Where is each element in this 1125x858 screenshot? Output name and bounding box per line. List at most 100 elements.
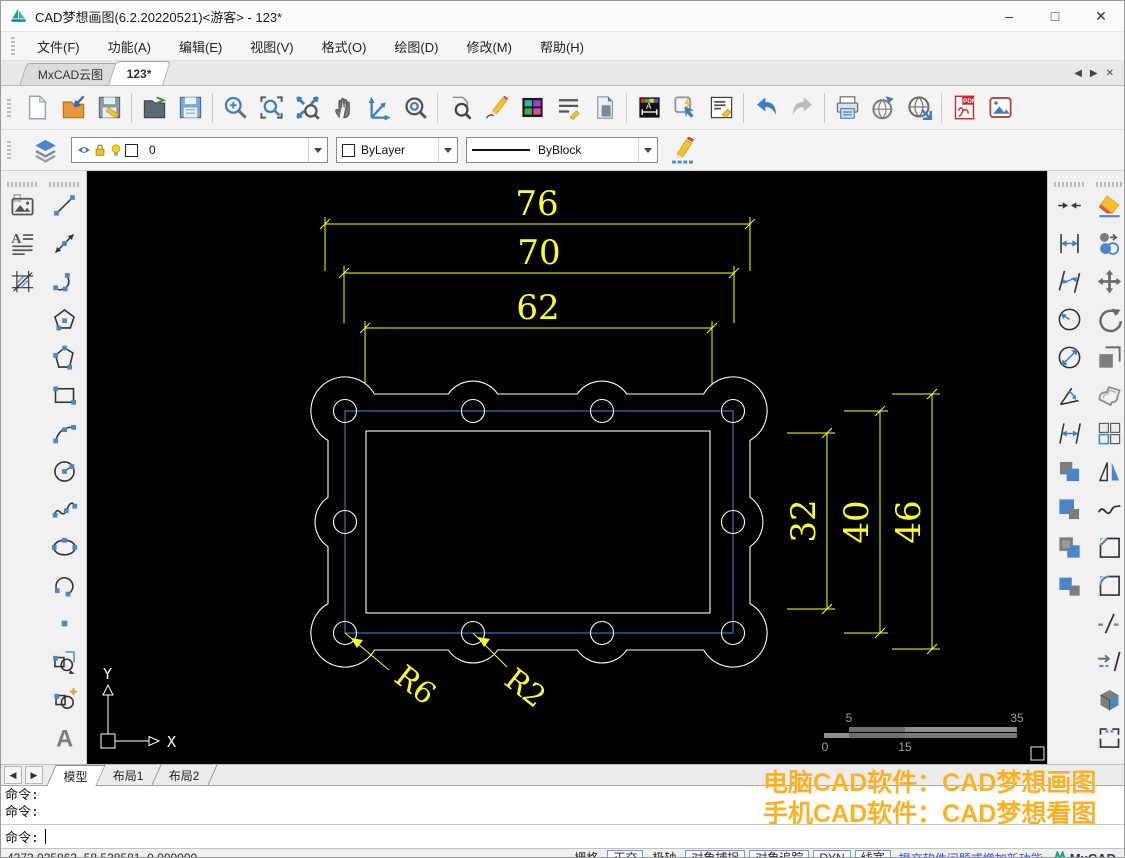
dimension-style-button[interactable]: A: [631, 90, 667, 126]
pan-button[interactable]: [325, 90, 361, 126]
ucs-axes-button[interactable]: [361, 90, 397, 126]
circle-button[interactable]: [47, 453, 83, 489]
status-toggle-grid[interactable]: 栅格: [569, 851, 603, 858]
point-button[interactable]: [47, 605, 83, 641]
undo-button[interactable]: [748, 90, 784, 126]
arc-button[interactable]: [47, 415, 83, 451]
feedback-link[interactable]: 提交软件问题或增加新功能: [899, 850, 1043, 858]
layer-manager-button[interactable]: [27, 132, 63, 168]
open-web-drawing-button[interactable]: [865, 90, 901, 126]
rotate-button[interactable]: [1091, 301, 1124, 337]
menu-item-6[interactable]: 修改(M): [452, 32, 526, 60]
save-as-button[interactable]: [172, 90, 208, 126]
tab-close-button[interactable]: ✕: [1106, 68, 1114, 79]
tab-scroll-left-button[interactable]: ◀: [1074, 68, 1082, 79]
canvas-corner-handle[interactable]: [1030, 746, 1045, 761]
status-toggle-polar[interactable]: 极轴: [647, 851, 681, 858]
line-button[interactable]: [47, 187, 83, 223]
quick-select-button[interactable]: [667, 90, 703, 126]
zoom-window-button[interactable]: [253, 90, 289, 126]
paste-block-button[interactable]: [1051, 567, 1087, 603]
new-file-button[interactable]: [19, 90, 55, 126]
layout-tab-2[interactable]: 布局2: [152, 765, 217, 785]
hatch-button[interactable]: [4, 263, 40, 299]
zoom-extents-button[interactable]: [289, 90, 325, 126]
array-button[interactable]: [1091, 415, 1124, 451]
revision-arc-button[interactable]: [47, 567, 83, 603]
dim-linear-button[interactable]: [1051, 225, 1087, 261]
tab-scroll-right-button[interactable]: ▶: [1090, 68, 1098, 79]
open-cloud-drawing-button[interactable]: [55, 90, 91, 126]
doc-tab-0[interactable]: MxCAD云图: [19, 63, 122, 85]
paste-clip-button[interactable]: [1051, 529, 1087, 565]
layout-scroll-left-button[interactable]: ◀: [4, 766, 22, 784]
zoom-object-button[interactable]: [397, 90, 433, 126]
menu-item-7[interactable]: 帮助(H): [526, 32, 598, 60]
spline-button[interactable]: [47, 491, 83, 527]
solid-box-button[interactable]: [1091, 681, 1124, 717]
layer-select[interactable]: 0: [71, 137, 328, 163]
minimize-button[interactable]: –: [986, 1, 1032, 31]
insert-image-button[interactable]: [4, 187, 40, 223]
close-button[interactable]: ✕: [1078, 1, 1124, 31]
trim-button[interactable]: [1091, 605, 1124, 641]
copy-with-base-button[interactable]: [1051, 491, 1087, 527]
break-button[interactable]: [1091, 719, 1124, 755]
print-button[interactable]: [829, 90, 865, 126]
polyline-button[interactable]: [47, 339, 83, 375]
mirror-button[interactable]: [1091, 453, 1124, 489]
menu-item-1[interactable]: 功能(A): [94, 32, 165, 60]
rectangle-button[interactable]: [47, 377, 83, 413]
menu-item-2[interactable]: 编辑(E): [165, 32, 236, 60]
maximize-button[interactable]: □: [1032, 1, 1078, 31]
layout-tab-1[interactable]: 布局1: [96, 765, 162, 785]
construction-line-button[interactable]: [47, 225, 83, 261]
block-define-button[interactable]: [47, 643, 83, 679]
dim-aligned-button[interactable]: [1051, 263, 1087, 299]
zoom-in-button[interactable]: [217, 90, 253, 126]
draw-properties-button[interactable]: [666, 132, 702, 168]
color-palette-button[interactable]: [514, 90, 550, 126]
status-toggle-dyn[interactable]: DYN: [813, 849, 851, 857]
doc-tab-1[interactable]: 123*: [108, 61, 171, 85]
polygon-button[interactable]: [47, 301, 83, 337]
linetype-select[interactable]: ByBlock: [466, 137, 658, 163]
status-toggle-ortho[interactable]: 正交: [607, 849, 644, 857]
menu-item-0[interactable]: 文件(F): [23, 32, 94, 60]
copy-button[interactable]: [1091, 225, 1124, 261]
extend-button[interactable]: [1091, 643, 1124, 679]
find-text-button[interactable]: [442, 90, 478, 126]
color-select[interactable]: ByLayer: [336, 137, 458, 163]
copy-clip-button[interactable]: [1051, 453, 1087, 489]
export-image-button[interactable]: [982, 90, 1018, 126]
dim-quick-button[interactable]: [1051, 187, 1087, 223]
offset-button[interactable]: [1091, 377, 1124, 413]
redo-button[interactable]: [784, 90, 820, 126]
menu-item-3[interactable]: 视图(V): [236, 32, 307, 60]
move-button[interactable]: [1091, 263, 1124, 299]
layout-scroll-right-button[interactable]: ▶: [25, 766, 43, 784]
dim-radius-button[interactable]: [1051, 301, 1087, 337]
status-toggle-otrack[interactable]: 对象追踪: [749, 849, 810, 857]
multiline-text-button[interactable]: A: [4, 225, 40, 261]
status-toggle-lineweight[interactable]: 线宽: [854, 849, 891, 857]
page-setup-button[interactable]: [586, 90, 622, 126]
edit-spline-button[interactable]: [1091, 491, 1124, 527]
export-pdf-button[interactable]: PDF: [946, 90, 982, 126]
publish-web-button[interactable]: [901, 90, 937, 126]
save-button[interactable]: [91, 90, 127, 126]
erase-button[interactable]: [1091, 187, 1124, 223]
dim-continue-button[interactable]: [1051, 415, 1087, 451]
draw-sketch-button[interactable]: [478, 90, 514, 126]
ellipse-button[interactable]: [47, 529, 83, 565]
linetype-manager-button[interactable]: [550, 90, 586, 126]
dim-diameter-button[interactable]: [1051, 339, 1087, 375]
drawing-canvas[interactable]: 76 70 62 32 40 46 R6 R2 Y X 5 35 0 15: [87, 171, 1047, 764]
match-properties-button[interactable]: [703, 90, 739, 126]
dim-angular-button[interactable]: [1051, 377, 1087, 413]
arc-3point-button[interactable]: [47, 263, 83, 299]
single-text-button[interactable]: A: [47, 719, 83, 755]
open-file-button[interactable]: [136, 90, 172, 126]
scale-button[interactable]: [1091, 339, 1124, 375]
menu-item-4[interactable]: 格式(O): [308, 32, 381, 60]
